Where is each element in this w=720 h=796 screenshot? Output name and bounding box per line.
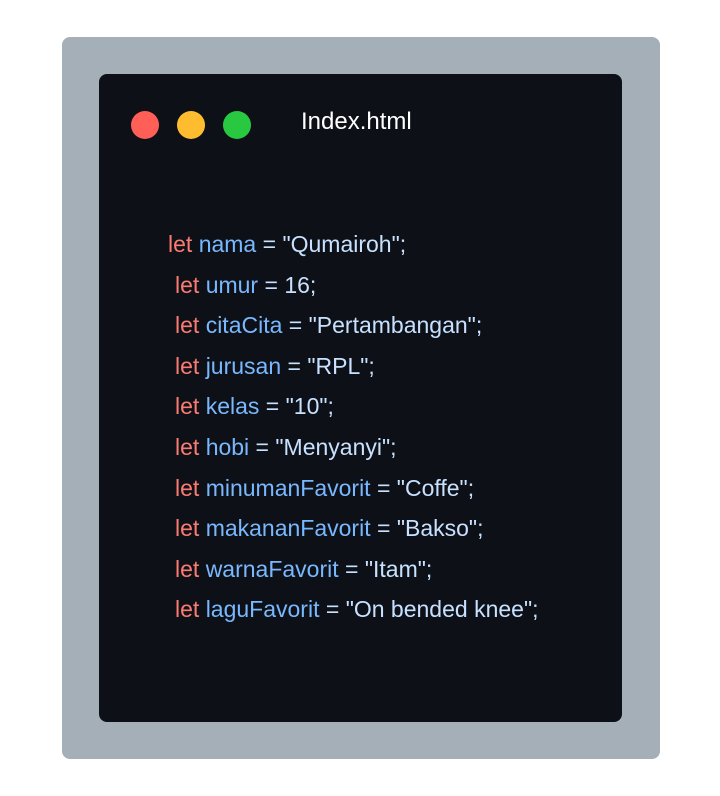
- keyword-token: let: [175, 515, 200, 541]
- keyword-token: let: [175, 596, 200, 622]
- code-line: let laguFavorit = "On bended knee";: [175, 594, 539, 624]
- code-line: let minumanFavorit = "Coffe";: [175, 473, 474, 503]
- keyword-token: let: [175, 312, 200, 338]
- value-literal: "Coffe": [396, 475, 468, 501]
- code-line: let hobi = "Menyanyi";: [175, 432, 397, 462]
- code-line: let nama = "Qumairoh";: [168, 229, 406, 259]
- code-line: let warnaFavorit = "Itam";: [175, 554, 432, 584]
- keyword-token: let: [175, 272, 200, 298]
- code-line: let citaCita = "Pertambangan";: [175, 310, 482, 340]
- value-literal: "Itam": [364, 556, 426, 582]
- keyword-token: let: [175, 556, 200, 582]
- code-line: let kelas = "10";: [175, 391, 334, 421]
- value-literal: "10": [285, 393, 328, 419]
- semicolon: ;: [368, 353, 375, 379]
- keyword-token: let: [175, 353, 200, 379]
- code-line: let jurusan = "RPL";: [175, 351, 375, 381]
- minimize-button[interactable]: [177, 111, 205, 139]
- variable-name: umur: [205, 272, 259, 298]
- semicolon: ;: [425, 556, 433, 582]
- keyword-token: let: [175, 393, 200, 419]
- assign-operator: =: [256, 231, 283, 257]
- semicolon: ;: [390, 434, 397, 460]
- variable-name: citaCita: [205, 312, 283, 338]
- semicolon: ;: [309, 272, 317, 298]
- semicolon: ;: [532, 596, 539, 622]
- semicolon: ;: [327, 393, 334, 419]
- assign-operator: =: [282, 312, 309, 338]
- semicolon: ;: [475, 312, 483, 338]
- semicolon: ;: [477, 515, 484, 541]
- assign-operator: =: [259, 393, 286, 419]
- keyword-token: let: [175, 434, 200, 460]
- variable-name: minumanFavorit: [205, 475, 371, 501]
- value-literal: "RPL": [307, 353, 369, 379]
- assign-operator: =: [249, 434, 276, 460]
- variable-name: nama: [198, 231, 257, 257]
- value-literal: "Menyanyi": [275, 434, 391, 460]
- variable-name: jurusan: [205, 353, 282, 379]
- assign-operator: =: [370, 515, 397, 541]
- assign-operator: =: [258, 272, 285, 298]
- variable-name: warnaFavorit: [205, 556, 339, 582]
- zoom-button[interactable]: [223, 111, 251, 139]
- variable-name: makananFavorit: [205, 515, 371, 541]
- assign-operator: =: [338, 556, 365, 582]
- assign-operator: =: [319, 596, 346, 622]
- value-literal: "Qumairoh": [282, 231, 400, 257]
- assign-operator: =: [370, 475, 397, 501]
- code-line: let makananFavorit = "Bakso";: [175, 513, 483, 543]
- semicolon: ;: [399, 231, 407, 257]
- code-line: let umur = 16;: [175, 270, 316, 300]
- close-button[interactable]: [131, 111, 159, 139]
- keyword-token: let: [175, 475, 200, 501]
- semicolon: ;: [467, 475, 475, 501]
- variable-name: laguFavorit: [205, 596, 320, 622]
- value-literal: "Bakso": [396, 515, 478, 541]
- assign-operator: =: [281, 353, 308, 379]
- value-literal: "Pertambangan": [308, 312, 476, 338]
- variable-name: hobi: [205, 434, 250, 460]
- keyword-token: let: [168, 231, 193, 257]
- value-literal: 16: [284, 272, 310, 298]
- window-title: Index.html: [301, 108, 412, 135]
- value-literal: "On bended knee": [345, 596, 533, 622]
- variable-name: kelas: [205, 393, 260, 419]
